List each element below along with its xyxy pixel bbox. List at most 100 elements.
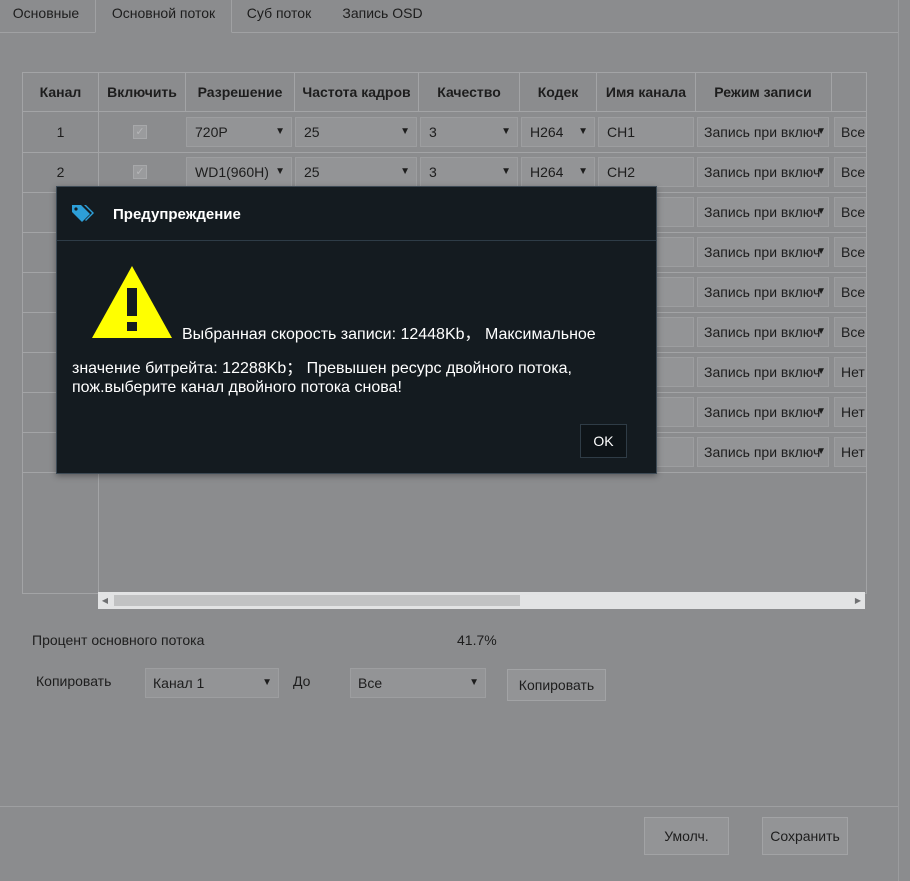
scroll-right-arrow-icon[interactable]: ▶ <box>851 592 865 609</box>
dialog-message-line1: Выбранная скорость записи: 12448Kb， Макс… <box>182 326 596 343</box>
fps-value: 25 <box>304 124 320 140</box>
row-separator <box>23 111 866 112</box>
record-mode-value: Запись при включ <box>704 404 821 420</box>
quality-select[interactable]: 3 ▼ <box>420 157 518 187</box>
channel-number: 1 <box>56 124 65 140</box>
fps-select[interactable]: 25 ▼ <box>295 117 417 147</box>
dialog-title: Предупреждение <box>113 206 241 223</box>
record-mode-value: Запись при включ <box>704 204 821 220</box>
record-mode-select[interactable]: Запись при включ ▼ <box>697 157 829 187</box>
ok-button[interactable]: OK <box>580 424 627 458</box>
record-mode-select[interactable]: Запись при включ ▼ <box>697 357 829 387</box>
header-fps: Частота кадров <box>302 84 411 100</box>
record-mode-value: Запись при включ <box>704 324 821 340</box>
main-stream-percent-label: Процент основного потока <box>32 632 205 648</box>
record-mode-select[interactable]: Запись при включ ▼ <box>697 397 829 427</box>
scrollbar-thumb[interactable] <box>114 595 520 606</box>
extra-select[interactable]: Все <box>834 117 866 147</box>
tab-general[interactable]: Основные <box>0 0 92 32</box>
record-mode-select[interactable]: Запись при включ ▼ <box>697 117 829 147</box>
header-codec: Кодек <box>537 84 579 100</box>
scroll-left-arrow-icon[interactable]: ◀ <box>98 592 112 609</box>
default-button[interactable]: Умолч. <box>644 817 729 855</box>
extra-select[interactable]: Все <box>834 317 866 347</box>
horizontal-scrollbar[interactable]: ◀ ▶ <box>98 592 865 609</box>
resolution-select[interactable]: WD1(960H) ▼ <box>186 157 292 187</box>
channel-name-input[interactable]: CH2 <box>598 157 694 187</box>
dropdown-arrow-icon: ▼ <box>400 126 410 137</box>
tab-main-stream[interactable]: Основной поток <box>95 0 232 33</box>
extra-select[interactable]: Нет <box>834 357 866 387</box>
fps-value: 25 <box>304 164 320 180</box>
codec-value: H264 <box>530 164 564 180</box>
extra-select[interactable]: Все <box>834 197 866 227</box>
quality-value: 3 <box>429 164 437 180</box>
copy-from-value: Канал 1 <box>153 675 205 691</box>
row-separator <box>23 152 866 153</box>
dropdown-arrow-icon: ▼ <box>816 126 826 137</box>
dropdown-arrow-icon: ▼ <box>275 166 285 177</box>
tab-bar: Основные Основной поток Суб поток Запись… <box>0 0 898 33</box>
warning-dialog: Предупреждение Выбранная скорость записи… <box>56 186 657 474</box>
dropdown-arrow-icon: ▼ <box>816 406 826 417</box>
record-mode-value: Запись при включ <box>704 244 821 260</box>
resolution-select[interactable]: 720P ▼ <box>186 117 292 147</box>
dropdown-arrow-icon: ▼ <box>501 126 511 137</box>
quality-select[interactable]: 3 ▼ <box>420 117 518 147</box>
copy-button[interactable]: Копировать <box>507 669 606 701</box>
tab-osd-record[interactable]: Запись OSD <box>330 0 435 32</box>
main-stream-settings-page: Основные Основной поток Суб поток Запись… <box>0 0 910 881</box>
dropdown-arrow-icon: ▼ <box>816 166 826 177</box>
fps-select[interactable]: 25 ▼ <box>295 157 417 187</box>
dropdown-arrow-icon: ▼ <box>816 286 826 297</box>
codec-select[interactable]: H264 ▼ <box>521 117 595 147</box>
dialog-message-line2: значение битрейта: 12288Kb； Превышен рес… <box>72 360 572 396</box>
extra-select[interactable]: Нет <box>834 437 866 467</box>
dropdown-arrow-icon: ▼ <box>469 677 479 688</box>
to-label: До <box>293 673 311 689</box>
enable-checkbox[interactable]: ✓ <box>133 125 147 139</box>
dropdown-arrow-icon: ▼ <box>578 166 588 177</box>
enable-checkbox[interactable]: ✓ <box>133 165 147 179</box>
footer-divider <box>0 806 898 807</box>
warning-icon <box>92 266 172 338</box>
record-mode-value: Запись при включ <box>704 364 821 380</box>
extra-select[interactable]: Все <box>834 157 866 187</box>
header-resolution: Разрешение <box>197 84 283 100</box>
extra-select[interactable]: Нет <box>834 397 866 427</box>
record-mode-select[interactable]: Запись при включ ▼ <box>697 437 829 467</box>
tag-icon <box>72 205 94 222</box>
copy-to-select[interactable]: Все ▼ <box>350 668 486 698</box>
dropdown-arrow-icon: ▼ <box>816 206 826 217</box>
dropdown-arrow-icon: ▼ <box>816 366 826 377</box>
header-record-mode: Режим записи <box>714 84 812 100</box>
record-mode-value: Запись при включ <box>704 444 821 460</box>
dropdown-arrow-icon: ▼ <box>578 126 588 137</box>
record-mode-select[interactable]: Запись при включ ▼ <box>697 277 829 307</box>
codec-value: H264 <box>530 124 564 140</box>
copy-from-select[interactable]: Канал 1 ▼ <box>145 668 279 698</box>
extra-select[interactable]: Все <box>834 237 866 267</box>
dialog-title-bar: Предупреждение <box>57 187 656 241</box>
record-mode-value: Запись при включ <box>704 284 821 300</box>
dropdown-arrow-icon: ▼ <box>816 326 826 337</box>
save-button[interactable]: Сохранить <box>762 817 848 855</box>
main-stream-percent-value: 41.7% <box>457 632 497 648</box>
resolution-value: WD1(960H) <box>195 164 269 180</box>
codec-select[interactable]: H264 ▼ <box>521 157 595 187</box>
dropdown-arrow-icon: ▼ <box>262 677 272 688</box>
record-mode-select[interactable]: Запись при включ ▼ <box>697 317 829 347</box>
header-channel-name: Имя канала <box>605 84 687 100</box>
header-quality: Качество <box>437 84 501 100</box>
tab-sub-stream[interactable]: Суб поток <box>233 0 325 32</box>
copy-to-value: Все <box>358 675 383 691</box>
extra-select[interactable]: Все <box>834 277 866 307</box>
dropdown-arrow-icon: ▼ <box>501 166 511 177</box>
record-mode-value: Запись при включ <box>704 124 821 140</box>
record-mode-select[interactable]: Запись при включ ▼ <box>697 197 829 227</box>
channel-name-input[interactable]: CH1 <box>598 117 694 147</box>
record-mode-value: Запись при включ <box>704 164 821 180</box>
header-channel: Канал <box>39 84 82 100</box>
record-mode-select[interactable]: Запись при включ ▼ <box>697 237 829 267</box>
header-separator <box>831 73 832 111</box>
